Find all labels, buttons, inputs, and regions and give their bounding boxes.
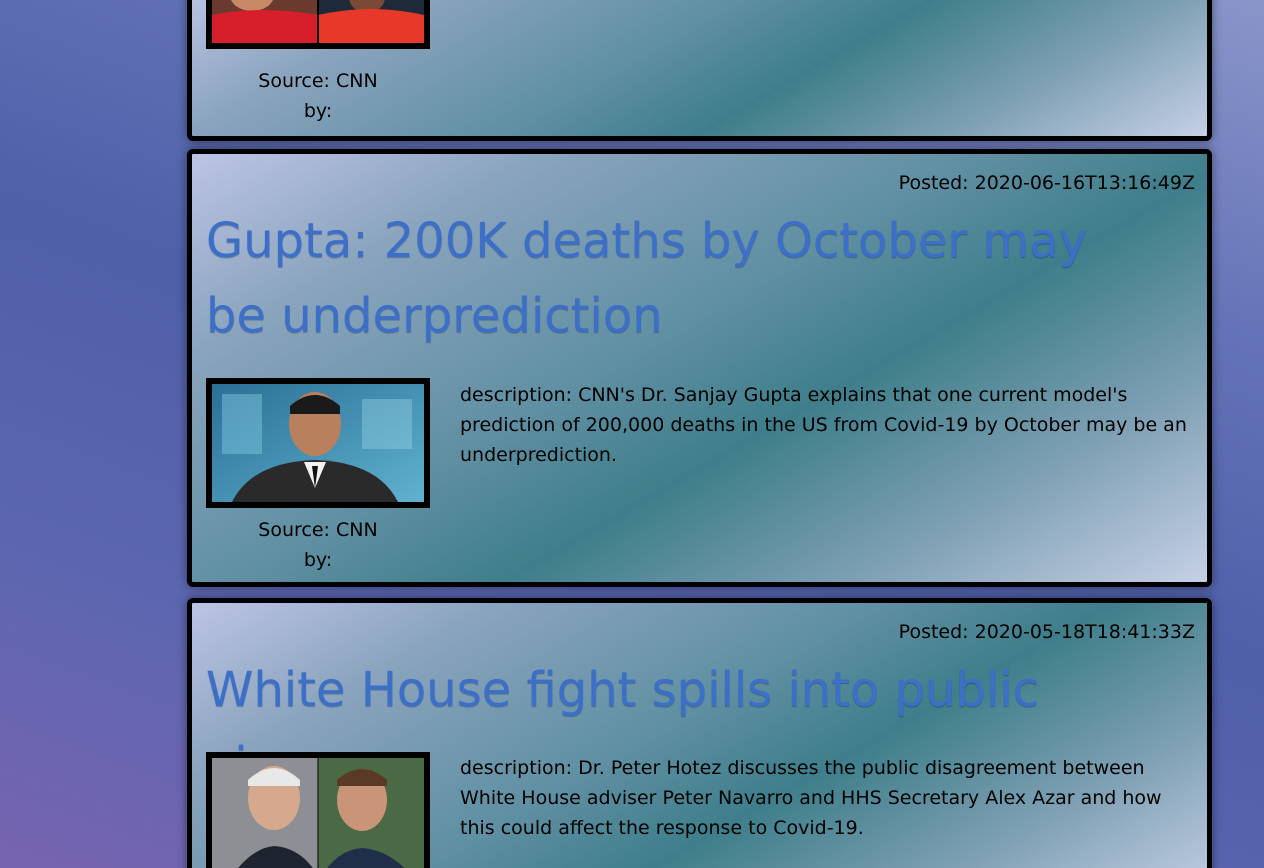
article-byline: by: xyxy=(303,100,333,122)
article-description: description: CNN's Dr. Sanjay Gupta expl… xyxy=(460,384,1187,466)
thumbnail-image xyxy=(212,384,424,502)
article-byline: by: xyxy=(303,549,333,571)
posted-date: Posted: 2020-06-16T13:16:49Z xyxy=(898,172,1195,194)
article-card: Source: CNN by: xyxy=(187,0,1212,141)
thumbnail-image xyxy=(212,0,424,43)
article-description: description: Dr. Peter Hotez discusses t… xyxy=(460,757,1162,839)
article-title[interactable]: Gupta: 200K deaths by October may be und… xyxy=(206,204,1107,354)
article-thumbnail[interactable] xyxy=(206,0,430,49)
article-thumbnail[interactable] xyxy=(206,752,430,868)
article-source: Source: CNN xyxy=(258,519,378,541)
article-card: Posted: 2020-05-18T18:41:33Z White House… xyxy=(187,598,1212,868)
article-thumbnail[interactable] xyxy=(206,378,430,508)
thumbnail-image xyxy=(212,758,424,868)
posted-date: Posted: 2020-05-18T18:41:33Z xyxy=(898,621,1195,643)
article-card: Posted: 2020-06-16T13:16:49Z Gupta: 200K… xyxy=(187,149,1212,587)
article-source: Source: CNN xyxy=(258,70,378,92)
